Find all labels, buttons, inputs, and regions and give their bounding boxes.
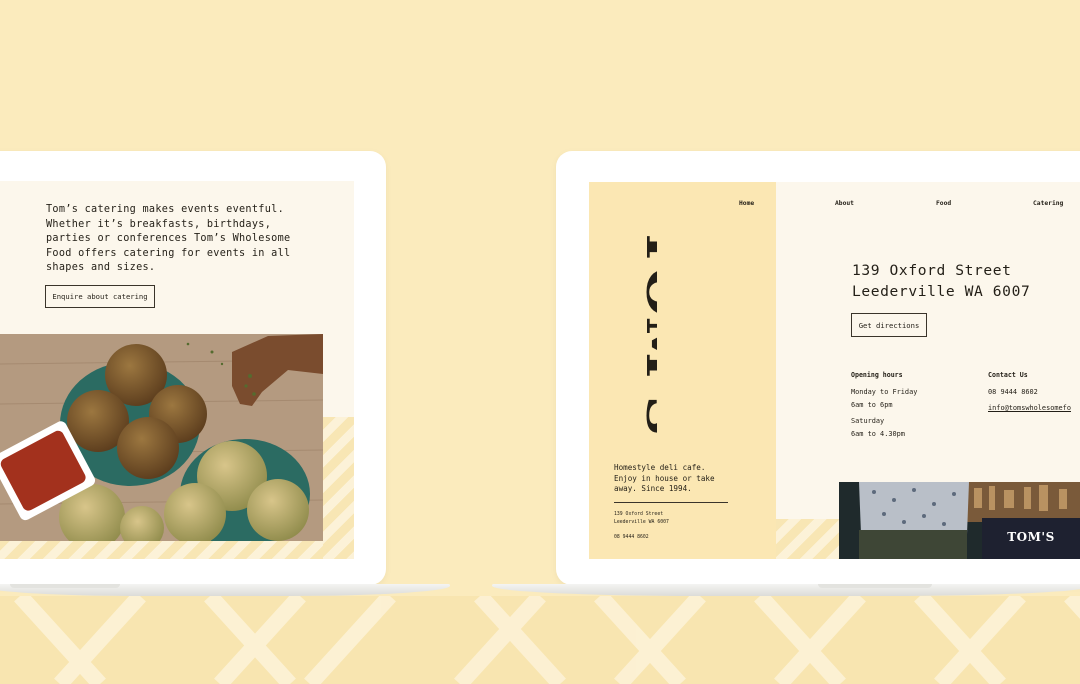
tagline: Homestyle deli cafe. Enjoy in house or t… bbox=[614, 463, 715, 494]
contact-email[interactable]: info@tomswholesomefo bbox=[988, 402, 1071, 415]
address: 139 Oxford Street Leederville WA 6007 bbox=[852, 262, 1031, 300]
decorative-stripes-side bbox=[323, 417, 354, 559]
nav-home[interactable]: Home bbox=[739, 200, 754, 207]
decorative-stripes bbox=[0, 538, 354, 559]
storefront-photo: TOM'S bbox=[839, 482, 1080, 559]
nav-about[interactable]: About bbox=[835, 200, 854, 207]
catering-description: Tom’s catering makes events eventful. Wh… bbox=[46, 204, 291, 274]
get-directions-button[interactable]: Get directions bbox=[851, 313, 927, 337]
left-laptop-notch bbox=[10, 584, 120, 588]
contact-heading: Contact Us bbox=[988, 371, 1028, 379]
storefront-sign-text: TOM'S bbox=[1007, 530, 1055, 544]
right-screen: TOM'S Homestyle deli cafe. Enjoy in hous… bbox=[589, 182, 1080, 559]
sidebar-address: 139 Oxford Street Leederville WA 6007 bbox=[614, 512, 669, 525]
sidebar-phone: 08 9444 8602 bbox=[614, 535, 649, 540]
striped-floor bbox=[0, 596, 1080, 684]
decorative-stripes bbox=[776, 519, 839, 559]
nav-catering[interactable]: Catering bbox=[1033, 200, 1063, 207]
weekday-hours: Monday to Friday 6am to 6pm bbox=[851, 388, 918, 409]
left-screen: Tom’s catering makes events eventful. Wh… bbox=[0, 181, 354, 559]
nav-food[interactable]: Food bbox=[936, 200, 951, 207]
food-photo bbox=[0, 334, 323, 541]
divider bbox=[614, 502, 728, 503]
saturday-hours: Saturday 6am to 4.30pm bbox=[851, 417, 905, 438]
toms-logo: TOM'S bbox=[636, 226, 657, 436]
floor-pattern bbox=[14, 596, 1080, 684]
enquire-catering-button[interactable]: Enquire about catering bbox=[45, 285, 155, 308]
sidebar: TOM'S Homestyle deli cafe. Enjoy in hous… bbox=[589, 182, 776, 559]
right-laptop-notch bbox=[818, 584, 932, 588]
opening-hours-heading: Opening hours bbox=[851, 371, 903, 379]
contact-phone: 08 9444 8602 bbox=[988, 388, 1038, 396]
logo-text: TOM'S bbox=[636, 226, 657, 436]
right-laptop-base bbox=[492, 584, 1080, 596]
